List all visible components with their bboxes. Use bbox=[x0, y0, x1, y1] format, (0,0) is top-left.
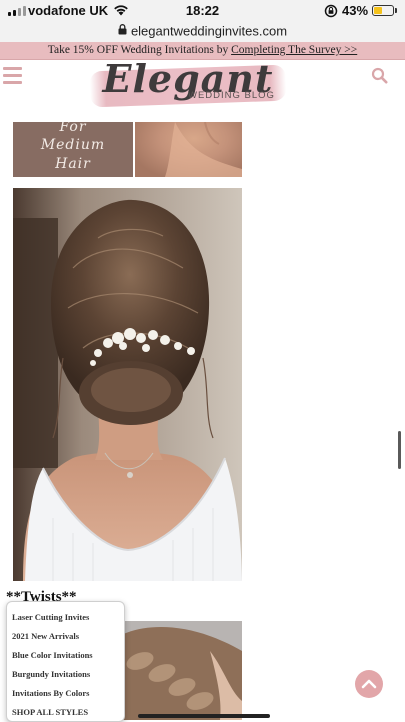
medium-hair-tile[interactable]: For Medium Hair bbox=[13, 122, 133, 177]
menu-item-blue-invitations[interactable]: Blue Color Invitations bbox=[12, 648, 124, 667]
braid-hairstyle-photo[interactable] bbox=[110, 621, 242, 720]
rotation-lock-icon bbox=[324, 4, 338, 18]
lock-icon bbox=[118, 22, 127, 40]
address-bar[interactable]: elegantweddinginvites.com bbox=[0, 22, 405, 42]
battery-icon bbox=[372, 5, 394, 16]
wifi-icon bbox=[114, 5, 128, 16]
menu-item-new-arrivals[interactable]: 2021 New Arrivals bbox=[12, 629, 124, 648]
back-to-top-icon[interactable] bbox=[355, 670, 383, 698]
logo-subtitle: WEDDING BLOG bbox=[188, 90, 275, 101]
home-indicator[interactable] bbox=[138, 714, 270, 718]
search-icon[interactable] bbox=[371, 67, 388, 84]
menu-item-shop-all[interactable]: SHOP ALL STYLES bbox=[12, 705, 124, 721]
scrollbar-thumb[interactable] bbox=[398, 431, 401, 469]
site-logo[interactable]: Elegant WEDDING BLOG bbox=[88, 56, 288, 112]
battery-percent: 43% bbox=[342, 3, 369, 18]
url-text: elegantweddinginvites.com bbox=[130, 23, 288, 39]
low-bun-hairstyle-photo[interactable] bbox=[13, 188, 242, 581]
menu-item-burgundy-invitations[interactable]: Burgundy Invitations bbox=[12, 667, 124, 686]
hamburger-menu-icon[interactable] bbox=[3, 67, 22, 88]
floating-category-menu: Laser Cutting Invites 2021 New Arrivals … bbox=[6, 601, 125, 722]
promo-text: Take 15% OFF Wedding Invitations by bbox=[47, 44, 232, 56]
tile-line-2: Medium bbox=[40, 137, 106, 153]
shoulder-photo-tile[interactable] bbox=[135, 122, 242, 177]
status-bar: vodafone UK 18:22 43% bbox=[0, 0, 405, 22]
carrier-name: vodafone UK bbox=[28, 3, 109, 18]
battery-nub bbox=[395, 8, 397, 13]
signal-icon bbox=[8, 5, 26, 16]
survey-link[interactable]: Completing The Survey >> bbox=[231, 44, 357, 56]
menu-item-by-colors[interactable]: Invitations By Colors bbox=[12, 686, 124, 705]
menu-item-laser-cutting[interactable]: Laser Cutting Invites bbox=[12, 610, 124, 629]
tile-line-3: Hair bbox=[55, 156, 91, 172]
tile-line-1: For bbox=[59, 122, 87, 135]
